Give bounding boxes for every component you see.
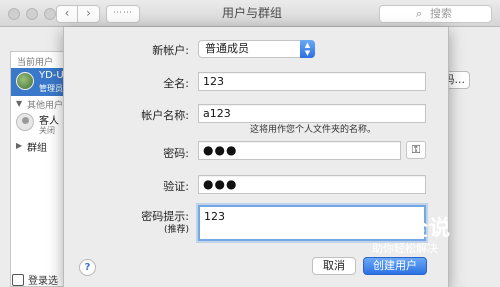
account-type-select[interactable]: 普通成员 ▲ ▼ [198, 40, 315, 58]
new-account-label: 新帐户: [152, 44, 189, 57]
account-name-field[interactable]: a123 [198, 104, 426, 123]
verify-field[interactable]: ●●● [198, 175, 426, 194]
search-placeholder: 搜索 [430, 7, 452, 20]
account-name-label: 帐户名称: [141, 109, 189, 122]
sidebar-item-groups[interactable]: 群组 [27, 139, 47, 154]
guest-user-status: 关闭 [39, 126, 55, 135]
current-users-header: 当前用户 [17, 58, 54, 68]
title-bar: ‹ › ⋯⋯ 用户与群组 ⌕ 搜索 [0, 0, 500, 27]
password-assistant-key-icon[interactable]: ⚿ [406, 141, 426, 159]
watermark-main-text: 百科全说 [363, 216, 451, 240]
full-name-field[interactable]: 123 [198, 72, 426, 91]
password-label: 密码: [163, 147, 189, 160]
lock-label: 登录选 [28, 276, 58, 287]
current-user-name: YD-U [39, 70, 64, 81]
watermark-logo: 百科全说 助你轻松解决 [349, 206, 469, 264]
account-name-hint: 这将用作您个人文件夹的名称。 [250, 125, 377, 135]
back-button[interactable]: ‹ [56, 5, 78, 23]
disclosure-triangle-icon[interactable]: ▶ [16, 141, 22, 150]
password-field[interactable]: ●●● [198, 141, 401, 160]
minimize-window-icon[interactable] [26, 8, 38, 20]
forward-button[interactable]: › [78, 5, 100, 23]
help-button[interactable]: ? [79, 259, 96, 276]
guest-avatar [16, 113, 34, 131]
lock-icon [12, 274, 24, 286]
user-avatar [16, 72, 34, 90]
watermark-sub-text: 助你轻松解决 [372, 242, 438, 255]
full-name-label: 全名: [163, 77, 189, 90]
other-users-header: 其他用户 [27, 101, 64, 111]
password-hint-sublabel: (推荐) [163, 225, 189, 235]
zoom-window-icon[interactable] [44, 8, 56, 20]
verify-label: 验证: [163, 180, 189, 193]
disclosure-triangle-icon[interactable]: ▼ [16, 99, 22, 108]
lock-control[interactable]: 登录选 [12, 272, 58, 287]
close-window-icon[interactable] [8, 8, 20, 20]
show-all-grid-button[interactable]: ⋯⋯ [106, 5, 140, 23]
chevron-updown-icon: ▲ ▼ [300, 40, 315, 58]
window-title: 用户与群组 [221, 6, 282, 20]
search-icon: ⌕ [416, 7, 423, 20]
current-user-role: 管理员 [39, 84, 63, 93]
account-type-value: 普通成员 [205, 42, 249, 55]
search-field[interactable]: ⌕ 搜索 [379, 5, 492, 23]
